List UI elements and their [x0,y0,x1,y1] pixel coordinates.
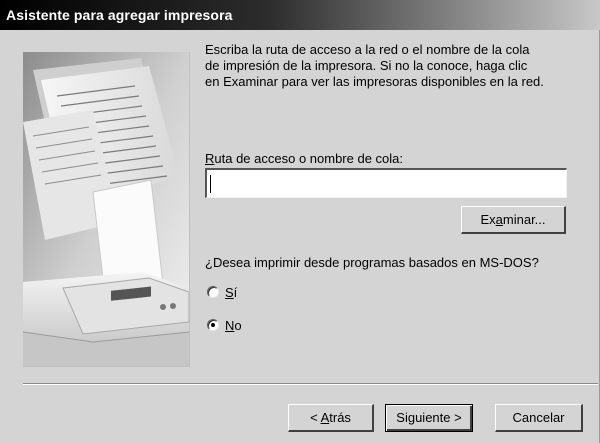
browse-label-pre: Ex [480,212,496,227]
browse-label-mnemonic: a [495,212,503,227]
cancel-button[interactable]: Cancelar [495,404,583,432]
instructions-text: Escriba la ruta de acceso a la red o el … [205,42,585,90]
back-button[interactable]: < Atrás [288,404,374,432]
radio-button-icon[interactable] [207,286,219,298]
path-field-label: Ruta de acceso o nombre de cola: [205,151,403,166]
instructions-line: de impresión de la impresora. Si no la c… [205,58,528,73]
radio-no-rest: o [234,318,242,333]
radio-yes-mnemonic: S [225,285,234,300]
path-label-rest: uta de acceso o nombre de cola: [214,151,404,166]
printer-illustration-icon [23,52,189,366]
wizard-illustration [23,52,190,367]
radio-yes-rest: í [233,285,238,300]
queue-path-input[interactable] [205,168,567,198]
browse-label-post: minar... [502,212,546,227]
path-label-mnemonic: R [205,151,215,166]
footer-separator [23,383,598,385]
instructions-line: Escriba la ruta de acceso a la red o el … [205,42,530,57]
next-button[interactable]: Siguiente > [385,404,473,432]
radio-yes-label: Sí [225,285,237,300]
add-printer-wizard-window: Asistente para agregar impresora Escriba… [0,0,600,443]
back-label-post: trás [329,410,351,425]
text-caret [210,175,211,193]
window-title: Asistente para agregar impresora [6,7,233,23]
radio-no-mnemonic: N [225,318,235,333]
instructions-line: en Examinar para ver las impresoras disp… [205,74,544,89]
msdos-question: ¿Desea imprimir desde programas basados … [205,255,539,270]
title-bar[interactable]: Asistente para agregar impresora [0,0,600,30]
radio-no-label: No [225,318,242,333]
back-label-pre: < [310,410,321,425]
browse-button[interactable]: Examinar... [461,206,566,234]
back-label-mnemonic: A [320,410,330,425]
radio-button-checked-icon[interactable] [207,319,219,331]
